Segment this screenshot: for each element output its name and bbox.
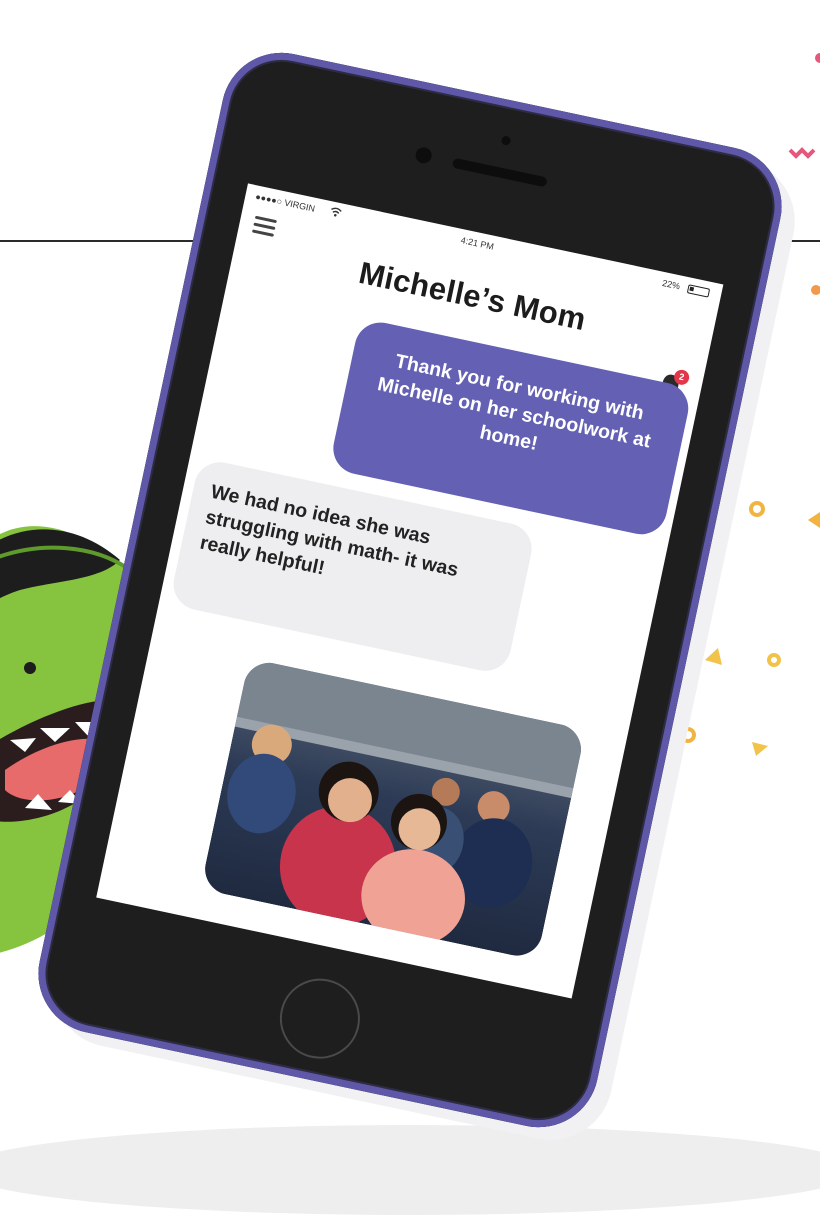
carrier-label: ●●●●○ VIRGIN xyxy=(254,191,316,214)
home-button[interactable] xyxy=(272,971,368,1067)
message-photo[interactable] xyxy=(200,658,586,961)
phone-screen: ●●●●○ VIRGIN 4:21 PM 22% Michelle’s Mom … xyxy=(96,183,724,999)
phone-sensor xyxy=(500,135,512,146)
earpiece-speaker xyxy=(451,157,548,188)
status-time: 4:21 PM xyxy=(459,235,495,252)
wifi-icon xyxy=(328,206,342,221)
children-photo-image xyxy=(200,658,586,961)
battery-icon xyxy=(686,284,711,298)
battery-percent: 22% xyxy=(661,277,682,292)
front-camera xyxy=(414,145,434,165)
